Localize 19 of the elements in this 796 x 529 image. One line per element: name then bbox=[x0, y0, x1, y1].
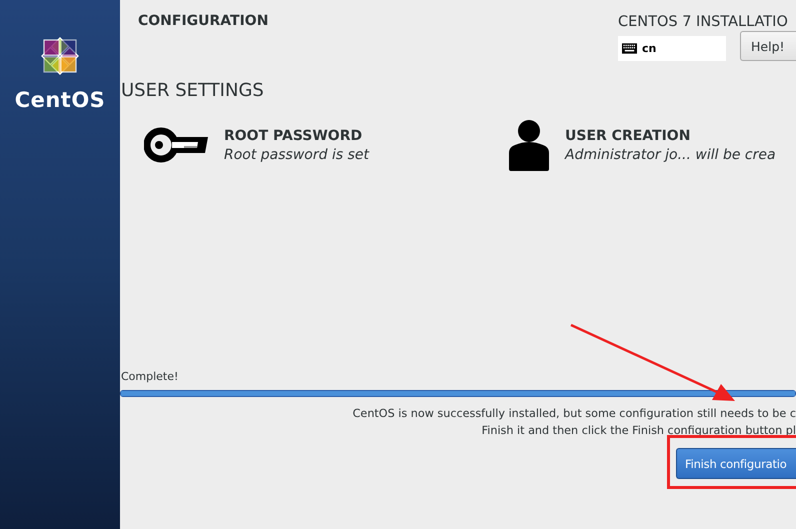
key-icon bbox=[144, 127, 208, 163]
finish-configuration-button[interactable]: Finish configuratio bbox=[676, 448, 796, 479]
settings-spoke[interactable]: USER CREATION Administrator jo... will be crea bbox=[481, 119, 776, 171]
progress-label: Complete! bbox=[121, 370, 180, 383]
spoke-status: Root password is set bbox=[224, 146, 369, 162]
spoke-status: Administrator jo... will be crea bbox=[565, 146, 776, 162]
keyboard-layout-indicator[interactable]: cn bbox=[618, 36, 726, 61]
section-heading: USER SETTINGS bbox=[121, 80, 265, 101]
status-message: Finish it and then click the Finish configuration button pl bbox=[482, 424, 796, 437]
product-title: CENTOS 7 INSTALLATIO bbox=[618, 14, 789, 30]
user-icon bbox=[509, 119, 549, 171]
help-button[interactable]: Help! bbox=[740, 31, 796, 61]
spoke-title: USER CREATION bbox=[565, 128, 692, 144]
settings-spoke[interactable]: ROOT PASSWORD Root password is set bbox=[120, 119, 481, 171]
brand-name: CentOS bbox=[14, 88, 106, 112]
status-message: CentOS is now successfully installed, but some configuration still needs to be c bbox=[352, 407, 796, 420]
spoke-title: ROOT PASSWORD bbox=[224, 128, 364, 144]
page-title: CONFIGURATION bbox=[138, 13, 268, 31]
keyboard-icon bbox=[622, 43, 637, 54]
